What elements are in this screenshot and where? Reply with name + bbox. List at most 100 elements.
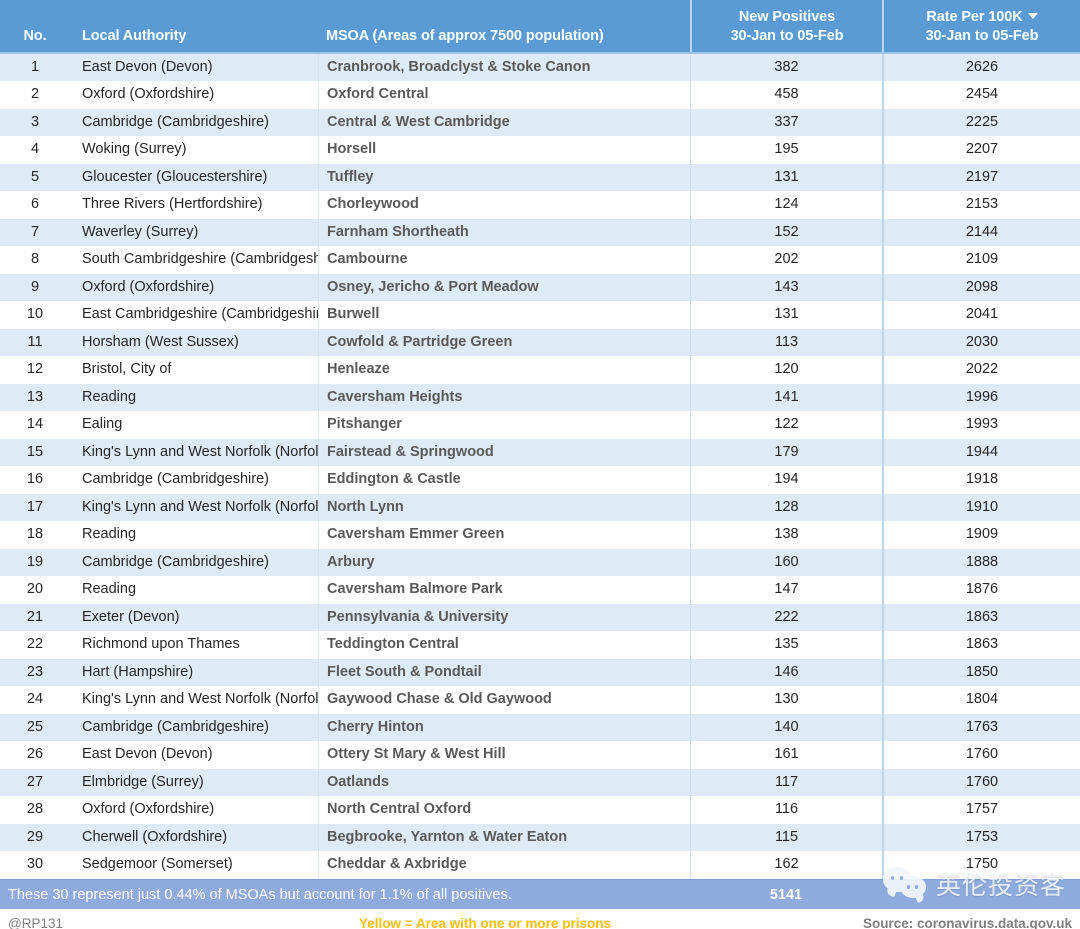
table-row[interactable]: 15 King's Lynn and West Norfolk (Norfolk)…	[0, 438, 1080, 467]
cell-local-authority: Cambridge (Cambridgeshire)	[82, 113, 269, 130]
cell-local-authority: King's Lynn and West Norfolk (Norfolk)	[82, 691, 318, 707]
cell-msoa: Teddington Central	[318, 631, 690, 659]
table-row[interactable]: 22 Richmond upon Thames Teddington Central…	[0, 631, 1080, 659]
cell-msoa: Oatlands	[318, 768, 690, 796]
cell-msoa: Fairstead & Springwood	[318, 438, 690, 466]
table-row[interactable]: 8 South Cambridgeshire (Cambridgeshire) Ca…	[0, 246, 1080, 274]
cell-rate-per-100k: 2030	[882, 328, 1080, 356]
cell-new-positives: 194	[690, 466, 882, 494]
cell-msoa: Central & West Cambridge	[318, 108, 690, 136]
table-row[interactable]: 5 Gloucester (Gloucestershire) Tuffley 131 2…	[0, 163, 1080, 192]
cell-msoa: Cranbrook, Broadclyst & Stoke Canon	[318, 53, 690, 81]
cell-local-authority: Waverley (Surrey)	[82, 223, 199, 240]
cell-new-positives: 116	[690, 796, 882, 824]
cell-no: 21	[26, 608, 44, 625]
column-header-msoa[interactable]: MSOA (Areas of approx 7500 population)	[318, 0, 690, 52]
cell-local-authority: King's Lynn and West Norfolk (Norfolk)	[82, 443, 318, 460]
table-row[interactable]: 11 Horsham (West Sussex) Cowfold & Partrid…	[0, 328, 1080, 357]
summary-text: These 30 represent just 0.44% of MSOAs b…	[8, 886, 512, 903]
table-row[interactable]: 28 Oxford (Oxfordshire) North Central Oxfo…	[0, 796, 1080, 824]
cell-new-positives: 131	[690, 301, 882, 329]
cell-msoa: Cheddar & Axbridge	[318, 851, 690, 879]
column-header-rate-per-100k-line: Rate Per 100K	[884, 8, 1080, 27]
table-row[interactable]: 20 Reading Caversham Balmore Park 147 1876	[0, 576, 1080, 604]
table-row[interactable]: 4 Woking (Surrey) Horsell 195 2207	[0, 136, 1080, 164]
cell-msoa: Caversham Balmore Park	[318, 576, 690, 604]
covid-msoa-table: No. Local Authority MSOA (Areas of appro…	[0, 0, 1080, 929]
table-row[interactable]: 29 Cherwell (Oxfordshire) Begbrooke, Yarnt…	[0, 823, 1080, 852]
cell-local-authority: East Cambridgeshire (Cambridgeshire)	[82, 306, 318, 322]
cell-msoa: Pitshanger	[318, 411, 690, 439]
column-header-local-authority[interactable]: Local Authority	[70, 0, 318, 52]
cell-local-authority: Horsham (West Sussex)	[82, 333, 239, 350]
summary-total-new-positives: 5141	[769, 886, 803, 903]
cell-rate-per-100k: 2225	[882, 108, 1080, 136]
source-attribution: Source: coronavirus.data.gov.uk	[862, 916, 1072, 929]
cell-no: 28	[26, 801, 44, 817]
table-row[interactable]: 3 Cambridge (Cambridgeshire) Central & Wes…	[0, 108, 1080, 137]
cell-rate-per-100k: 1750	[882, 851, 1080, 879]
table-row[interactable]: 27 Elmbridge (Surrey) Oatlands 117 1760	[0, 768, 1080, 797]
cell-msoa: Tuffley	[318, 163, 690, 191]
cell-local-authority: Richmond upon Thames	[82, 636, 240, 652]
table-row[interactable]: 7 Waverley (Surrey) Farnham Shortheath 152 2…	[0, 218, 1080, 247]
table-row[interactable]: 17 King's Lynn and West Norfolk (Norfolk)…	[0, 493, 1080, 522]
table-header: No. Local Authority MSOA (Areas of appro…	[0, 0, 1080, 54]
table-row[interactable]: 2 Oxford (Oxfordshire) Oxford Central 458 24…	[0, 81, 1080, 109]
cell-msoa: Cowfold & Partridge Green	[318, 328, 690, 356]
cell-local-authority: Ealing	[82, 416, 123, 432]
cell-local-authority: Reading	[82, 526, 137, 542]
table-row[interactable]: 25 Cambridge (Cambridgeshire) Cherry Hinto…	[0, 713, 1080, 742]
cell-no: 14	[26, 416, 44, 432]
cell-new-positives: 337	[690, 108, 882, 136]
table-row[interactable]: 18 Reading Caversham Emmer Green 138 1909	[0, 521, 1080, 549]
cell-new-positives: 131	[690, 163, 882, 191]
cell-local-authority: Gloucester (Gloucestershire)	[82, 168, 268, 185]
table-row[interactable]: 1 East Devon (Devon) Cranbrook, Broadclyst…	[0, 53, 1080, 82]
cell-new-positives: 458	[690, 81, 882, 109]
table-row[interactable]: 21 Exeter (Devon) Pennsylvania & Universit…	[0, 603, 1080, 632]
cell-msoa: Begbrooke, Yarnton & Water Eaton	[318, 823, 690, 851]
column-header-local-authority-label: Local Authority	[82, 27, 187, 44]
table-row[interactable]: 23 Hart (Hampshire) Fleet South & Pondtail…	[0, 658, 1080, 687]
table-row[interactable]: 13 Reading Caversham Heights 141 1996	[0, 383, 1080, 412]
cell-local-authority: Cambridge (Cambridgeshire)	[82, 471, 269, 487]
cell-no: 2	[30, 86, 40, 102]
summary-row: These 30 represent just 0.44% of MSOAs b…	[0, 879, 1080, 909]
table-row[interactable]: 19 Cambridge (Cambridgeshire) Arbury 160 188…	[0, 548, 1080, 577]
column-header-msoa-label: MSOA (Areas of approx 7500 population)	[326, 27, 604, 44]
cell-local-authority: Woking (Surrey)	[82, 141, 187, 157]
table-row[interactable]: 16 Cambridge (Cambridgeshire) Eddington & …	[0, 466, 1080, 494]
cell-new-positives: 135	[690, 631, 882, 659]
cell-new-positives: 115	[690, 823, 882, 851]
table-row[interactable]: 10 East Cambridgeshire (Cambridgeshire) Bu…	[0, 301, 1080, 329]
cell-rate-per-100k: 1863	[882, 603, 1080, 631]
table-row[interactable]: 9 Oxford (Oxfordshire) Osney, Jericho & Po…	[0, 273, 1080, 302]
column-header-rate-per-100k[interactable]: Rate Per 100K 30-Jan to 05-Feb	[882, 0, 1080, 52]
cell-new-positives: 195	[690, 136, 882, 164]
cell-new-positives: 122	[690, 411, 882, 439]
column-header-no[interactable]: No.	[0, 0, 70, 52]
table-row[interactable]: 26 East Devon (Devon) Ottery St Mary & Wes…	[0, 741, 1080, 769]
table-row[interactable]: 14 Ealing Pitshanger 122 1993	[0, 411, 1080, 439]
cell-rate-per-100k: 1760	[882, 741, 1080, 769]
cell-local-authority: Oxford (Oxfordshire)	[82, 86, 215, 102]
cell-msoa: Farnham Shortheath	[318, 218, 690, 246]
cell-msoa: Horsell	[318, 136, 690, 164]
cell-no: 5	[30, 168, 40, 185]
cell-local-authority: East Devon (Devon)	[82, 746, 213, 762]
sort-descending-caret-icon[interactable]	[1027, 12, 1038, 19]
cell-rate-per-100k: 2454	[882, 81, 1080, 109]
cell-new-positives: 128	[690, 493, 882, 521]
table-row[interactable]: 6 Three Rivers (Hertfordshire) Chorleywood…	[0, 191, 1080, 219]
cell-rate-per-100k: 1850	[882, 658, 1080, 686]
cell-no: 29	[26, 828, 44, 845]
cell-msoa: Burwell	[318, 301, 690, 329]
cell-new-positives: 161	[690, 741, 882, 769]
column-header-new-positives[interactable]: New Positives 30-Jan to 05-Feb	[690, 0, 882, 52]
cell-msoa: Caversham Emmer Green	[318, 521, 690, 549]
table-row[interactable]: 12 Bristol, City of Henleaze 120 2022	[0, 356, 1080, 384]
table-row[interactable]: 24 King's Lynn and West Norfolk (Norfolk)…	[0, 686, 1080, 714]
cell-msoa: Cherry Hinton	[318, 713, 690, 741]
table-row[interactable]: 30 Sedgemoor (Somerset) Cheddar & Axbridge…	[0, 851, 1080, 879]
